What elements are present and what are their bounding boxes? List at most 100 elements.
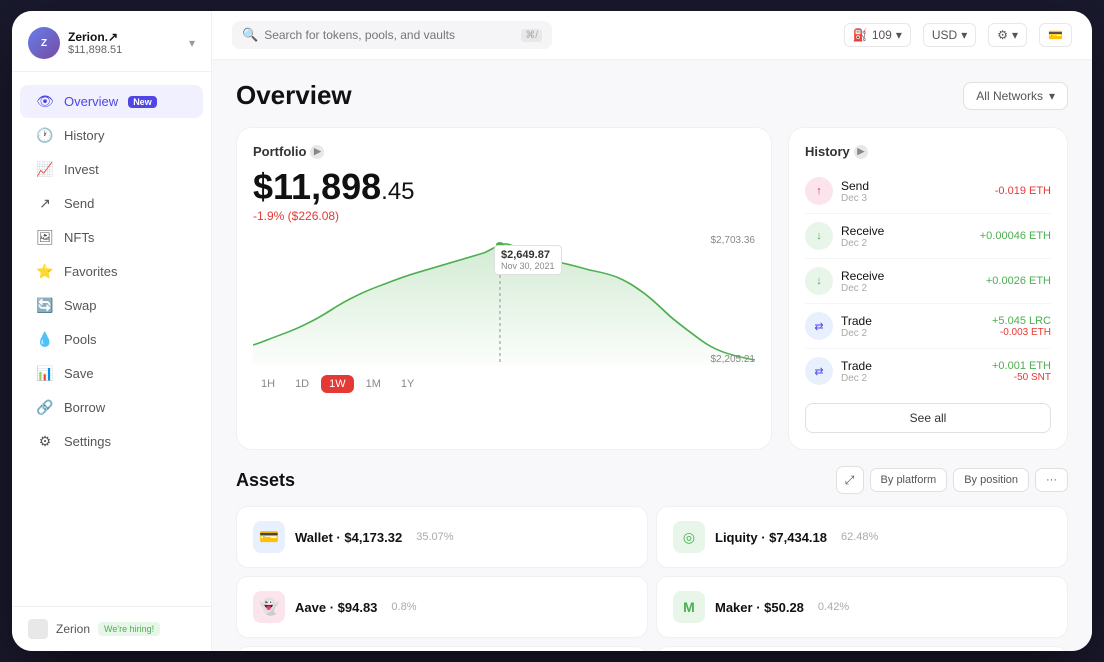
- save-icon: 📊: [36, 365, 54, 382]
- networks-chevron-icon: ▾: [1049, 89, 1055, 103]
- main-content: 🔍 ⌘/ ⛽ 109 ▾ USD ▾ ⚙ ▾ 💳: [212, 11, 1092, 651]
- history-item-5[interactable]: ⇄ Trade Dec 2 +0.001 ETH -50 SNT: [805, 349, 1051, 393]
- history-amount: +0.0026 ETH: [986, 275, 1051, 287]
- asset-matic[interactable]: ◈ Matic · $24.86 0.21%: [236, 646, 648, 651]
- sidebar-item-pools[interactable]: 💧 Pools: [20, 323, 203, 356]
- sidebar-item-nfts[interactable]: 🖼 NFTs: [20, 221, 203, 254]
- asset-liquity[interactable]: ◎ Liquity · $7,434.18 62.48%: [656, 506, 1068, 568]
- gas-price-button[interactable]: ⛽ 109 ▾: [844, 23, 911, 47]
- history-amount: -0.019 ETH: [995, 185, 1051, 197]
- history-amounts: +0.001 ETH -50 SNT: [992, 360, 1051, 383]
- sidebar-item-label: Swap: [64, 298, 97, 313]
- search-bar[interactable]: 🔍 ⌘/: [232, 21, 552, 49]
- asset-percent: 0.42%: [818, 601, 849, 613]
- receive-tx-icon-2: ↓: [805, 267, 833, 295]
- time-1y-button[interactable]: 1Y: [393, 375, 422, 393]
- time-1d-button[interactable]: 1D: [287, 375, 317, 393]
- page-title: Overview: [236, 80, 352, 111]
- search-icon: 🔍: [242, 27, 258, 43]
- portfolio-title: Portfolio ▶: [253, 144, 755, 159]
- sidebar-item-history[interactable]: 🕐 History: [20, 119, 203, 152]
- by-position-button[interactable]: By position: [953, 468, 1029, 492]
- history-item-4[interactable]: ⇄ Trade Dec 2 +5.045 LRC -0.003 ETH: [805, 304, 1051, 349]
- trade-amount-positive: +0.001 ETH: [992, 360, 1051, 372]
- more-options-button[interactable]: ···: [1035, 468, 1068, 492]
- trade-tx-icon-2: ⇄: [805, 357, 833, 385]
- wallet-button[interactable]: 💳: [1039, 23, 1072, 47]
- all-networks-button[interactable]: All Networks ▾: [963, 82, 1068, 110]
- avatar: Z: [28, 27, 60, 59]
- time-1m-button[interactable]: 1M: [358, 375, 389, 393]
- settings-button[interactable]: ⚙ ▾: [988, 23, 1027, 47]
- networks-label: All Networks: [976, 89, 1043, 103]
- history-item-3[interactable]: ↓ Receive Dec 2 +0.0026 ETH: [805, 259, 1051, 304]
- chart-tooltip: $2,649.87 Nov 30, 2021: [494, 245, 562, 275]
- sidebar-item-swap[interactable]: 🔄 Swap: [20, 289, 203, 322]
- receive-tx-icon-1: ↓: [805, 222, 833, 250]
- time-filters: 1H 1D 1W 1M 1Y: [253, 375, 755, 393]
- liquity-asset-icon: ◎: [673, 521, 705, 553]
- pools-icon: 💧: [36, 331, 54, 348]
- asset-aave[interactable]: 👻 Aave · $94.83 0.8%: [236, 576, 648, 638]
- asset-percent: 35.07%: [416, 531, 453, 543]
- history-title: History ▶: [805, 144, 1051, 159]
- trade-amount-negative: -0.003 ETH: [992, 327, 1051, 338]
- time-1w-button[interactable]: 1W: [321, 375, 354, 393]
- sidebar-item-settings[interactable]: ⚙ Settings: [20, 425, 203, 458]
- expand-button[interactable]: ⤢: [836, 466, 864, 494]
- sidebar-item-label: Overview: [64, 94, 118, 109]
- page-content: Overview All Networks ▾ Portfolio ▶ $11,…: [212, 60, 1092, 651]
- favorites-icon: ⭐: [36, 263, 54, 280]
- assets-header: Assets ⤢ By platform By position ···: [236, 466, 1068, 494]
- asset-percent: 62.48%: [841, 531, 878, 543]
- sidebar-item-label: Save: [64, 366, 94, 381]
- portfolio-change: -1.9% ($226.08): [253, 209, 755, 223]
- sidebar-item-favorites[interactable]: ⭐ Favorites: [20, 255, 203, 288]
- asset-badger[interactable]: 🦡 Badger · $22.01 0.18%: [656, 646, 1068, 651]
- history-item-1[interactable]: ↑ Send Dec 3 -0.019 ETH: [805, 169, 1051, 214]
- chart-high-label: $2,703.36: [711, 235, 756, 246]
- chevron-down-icon: ▾: [189, 36, 195, 50]
- main-grid: Portfolio ▶ $11,898.45 -1.9% ($226.08) $…: [236, 127, 1068, 450]
- sidebar-item-label: NFTs: [64, 230, 94, 245]
- profile-balance: $11,898.51: [68, 44, 181, 56]
- search-input[interactable]: [264, 28, 515, 42]
- sidebar-item-send[interactable]: ↗ Send: [20, 187, 203, 220]
- new-badge: New: [128, 96, 157, 108]
- see-all-button[interactable]: See all: [805, 403, 1051, 433]
- portfolio-info-icon[interactable]: ▶: [310, 145, 324, 159]
- history-item-2[interactable]: ↓ Receive Dec 2 +0.00046 ETH: [805, 214, 1051, 259]
- portfolio-card: Portfolio ▶ $11,898.45 -1.9% ($226.08) $…: [236, 127, 772, 450]
- maker-asset-icon: M: [673, 591, 705, 623]
- sidebar-item-label: Invest: [64, 162, 99, 177]
- expand-icon: ⤢: [845, 473, 855, 488]
- asset-wallet[interactable]: 💳 Wallet · $4,173.32 35.07%: [236, 506, 648, 568]
- trade-amount-negative: -50 SNT: [992, 372, 1051, 383]
- asset-name: Wallet · $4,173.32: [295, 530, 402, 545]
- settings-icon: ⚙: [36, 433, 54, 450]
- topbar: 🔍 ⌘/ ⛽ 109 ▾ USD ▾ ⚙ ▾ 💳: [212, 11, 1092, 60]
- sidebar-item-label: Settings: [64, 434, 111, 449]
- sidebar-item-borrow[interactable]: 🔗 Borrow: [20, 391, 203, 424]
- history-info: Trade Dec 2: [841, 359, 992, 384]
- gas-value: 109: [872, 28, 892, 42]
- swap-icon: 🔄: [36, 297, 54, 314]
- wallet-asset-icon: 💳: [253, 521, 285, 553]
- settings-chevron-icon: ▾: [1012, 28, 1018, 42]
- history-amounts: +5.045 LRC -0.003 ETH: [992, 315, 1051, 338]
- aave-asset-icon: 👻: [253, 591, 285, 623]
- time-1h-button[interactable]: 1H: [253, 375, 283, 393]
- history-info-icon[interactable]: ▶: [854, 145, 868, 159]
- asset-maker[interactable]: M Maker · $50.28 0.42%: [656, 576, 1068, 638]
- sidebar-item-overview[interactable]: 👁 Overview New: [20, 85, 203, 118]
- sidebar-item-save[interactable]: 📊 Save: [20, 357, 203, 390]
- sidebar: Z Zerion.↗ $11,898.51 ▾ 👁 Overview New 🕐…: [12, 11, 212, 651]
- tooltip-date: Nov 30, 2021: [501, 261, 555, 271]
- currency-button[interactable]: USD ▾: [923, 23, 976, 47]
- profile-section[interactable]: Z Zerion.↗ $11,898.51 ▾: [12, 11, 211, 72]
- gas-icon: ⛽: [853, 28, 868, 42]
- by-platform-button[interactable]: By platform: [870, 468, 948, 492]
- sidebar-item-invest[interactable]: 📈 Invest: [20, 153, 203, 186]
- topbar-actions: ⛽ 109 ▾ USD ▾ ⚙ ▾ 💳: [844, 23, 1072, 47]
- nfts-icon: 🖼: [36, 229, 54, 246]
